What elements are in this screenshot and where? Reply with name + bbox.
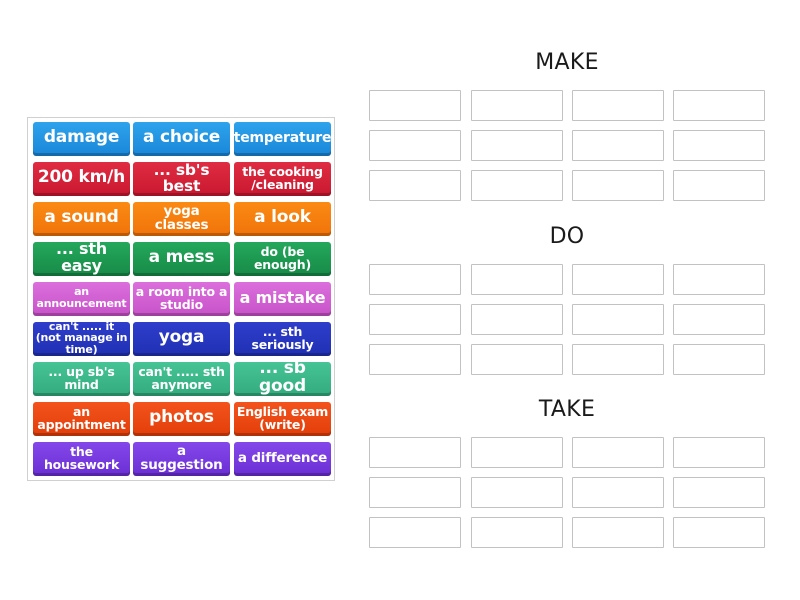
tile-up-sbs-mind[interactable]: ... up sb's mind — [33, 362, 130, 396]
tile-label: a room into a studio — [135, 283, 228, 312]
drop-zone-take[interactable] — [369, 477, 461, 508]
tile-label: damage — [43, 127, 120, 148]
tile-photos[interactable]: photos — [133, 402, 230, 436]
group-title-take: TAKE — [538, 397, 596, 422]
tile-sbs-best[interactable]: ... sb's best — [133, 162, 230, 196]
tile-sth-seriously[interactable]: ... sth seriously — [234, 322, 331, 356]
tile-label: 200 km/h — [37, 167, 126, 188]
drop-zone-take[interactable] — [673, 517, 765, 548]
tile-label: ... sb good — [259, 362, 306, 396]
tile-do-be-enough[interactable]: do (be enough) — [234, 242, 331, 276]
tile-label: ... up sb's mind — [48, 363, 115, 392]
tile-label: photos — [149, 407, 214, 428]
tile-a-look[interactable]: a look — [234, 202, 331, 236]
drop-zone-make[interactable] — [471, 170, 563, 201]
tile-a-sound[interactable]: a sound — [33, 202, 130, 236]
drop-zone-do[interactable] — [572, 344, 664, 375]
drop-zone-do[interactable] — [673, 264, 765, 295]
tile-label: an appointment — [37, 403, 126, 432]
drop-zone-do[interactable] — [369, 264, 461, 295]
tile-the-housework[interactable]: the housework — [33, 442, 130, 476]
tile-sth-easy[interactable]: ... sth easy — [33, 242, 130, 276]
tile-yoga-classes[interactable]: yoga classes — [133, 202, 230, 236]
drop-zone-make[interactable] — [673, 130, 765, 161]
tile-label: a sound — [44, 207, 119, 228]
drop-zone-take[interactable] — [369, 437, 461, 468]
drop-zone-make[interactable] — [673, 170, 765, 201]
tile-yoga[interactable]: yoga — [133, 322, 230, 356]
group-title-make: MAKE — [535, 50, 599, 75]
tile-temperature[interactable]: temperature — [234, 122, 331, 156]
drop-zone-do[interactable] — [471, 304, 563, 335]
tile-cant-it-not-manage-in-time[interactable]: can't ..... it (not manage in time) — [33, 322, 130, 356]
tile-the-cooking-cleaning[interactable]: the cooking /cleaning — [234, 162, 331, 196]
group-title-do: DO — [549, 224, 585, 249]
tile-label: ... sth seriously — [251, 323, 314, 352]
drop-zone-make[interactable] — [369, 130, 461, 161]
tile-label: can't ..... sth anymore — [138, 363, 225, 392]
tile-label: ... sb's best — [153, 162, 210, 195]
game-stage: damage a choice temperature 200 km/h ...… — [0, 0, 800, 600]
drop-zone-make[interactable] — [369, 90, 461, 121]
tile-label: temperature — [234, 129, 331, 146]
drop-zone-do[interactable] — [369, 304, 461, 335]
drop-zone-make[interactable] — [572, 90, 664, 121]
tile-label: a choice — [142, 127, 221, 148]
tile-label: ... sth easy — [56, 242, 107, 275]
tile-a-difference[interactable]: a difference — [234, 442, 331, 476]
drop-zone-do[interactable] — [572, 304, 664, 335]
tile-an-announcement[interactable]: an announcement — [33, 282, 130, 316]
drop-zone-take[interactable] — [471, 437, 563, 468]
tile-label: a mistake — [239, 287, 326, 307]
tile-200-kmh[interactable]: 200 km/h — [33, 162, 130, 196]
drop-zone-take[interactable] — [673, 437, 765, 468]
drop-zone-take[interactable] — [572, 517, 664, 548]
drop-zone-make[interactable] — [673, 90, 765, 121]
drop-zone-take[interactable] — [471, 477, 563, 508]
tile-a-mistake[interactable]: a mistake — [234, 282, 331, 316]
tile-label: the housework — [43, 443, 120, 472]
drop-zone-take[interactable] — [673, 477, 765, 508]
tile-english-exam-write[interactable]: English exam (write) — [234, 402, 331, 436]
tile-label: do (be enough) — [253, 243, 312, 272]
drop-zone-take[interactable] — [572, 477, 664, 508]
tile-a-mess[interactable]: a mess — [133, 242, 230, 276]
drop-zone-make[interactable] — [572, 170, 664, 201]
tile-label: an announcement — [36, 285, 127, 310]
tile-cant-sth-anymore[interactable]: can't ..... sth anymore — [133, 362, 230, 396]
drop-zone-do[interactable] — [471, 264, 563, 295]
tile-sb-good[interactable]: ... sb good — [234, 362, 331, 396]
tile-label: a look — [254, 207, 311, 228]
drop-zone-do[interactable] — [369, 344, 461, 375]
tile-label: can't ..... it (not manage in time) — [35, 322, 128, 356]
tile-label: yoga — [158, 327, 205, 348]
drop-zone-take[interactable] — [369, 517, 461, 548]
drop-zone-make[interactable] — [471, 130, 563, 161]
tile-an-appointment[interactable]: an appointment — [33, 402, 130, 436]
drop-zone-take[interactable] — [471, 517, 563, 548]
tile-damage[interactable]: damage — [33, 122, 130, 156]
drop-zone-do[interactable] — [471, 344, 563, 375]
tile-label: a suggestion — [140, 442, 223, 473]
drop-zone-do[interactable] — [572, 264, 664, 295]
tile-a-suggestion[interactable]: a suggestion — [133, 442, 230, 476]
tile-label: yoga classes — [154, 202, 209, 233]
tile-label: English exam (write) — [236, 403, 329, 432]
tile-label: a mess — [148, 247, 215, 268]
drop-zone-make[interactable] — [471, 90, 563, 121]
drop-zone-make[interactable] — [572, 130, 664, 161]
tile-label: a difference — [237, 449, 328, 466]
drop-zone-do[interactable] — [673, 344, 765, 375]
tile-label: the cooking /cleaning — [242, 163, 323, 192]
drop-zone-do[interactable] — [673, 304, 765, 335]
drop-zone-make[interactable] — [369, 170, 461, 201]
tile-a-room-into-a-studio[interactable]: a room into a studio — [133, 282, 230, 316]
drop-zone-take[interactable] — [572, 437, 664, 468]
tile-a-choice[interactable]: a choice — [133, 122, 230, 156]
